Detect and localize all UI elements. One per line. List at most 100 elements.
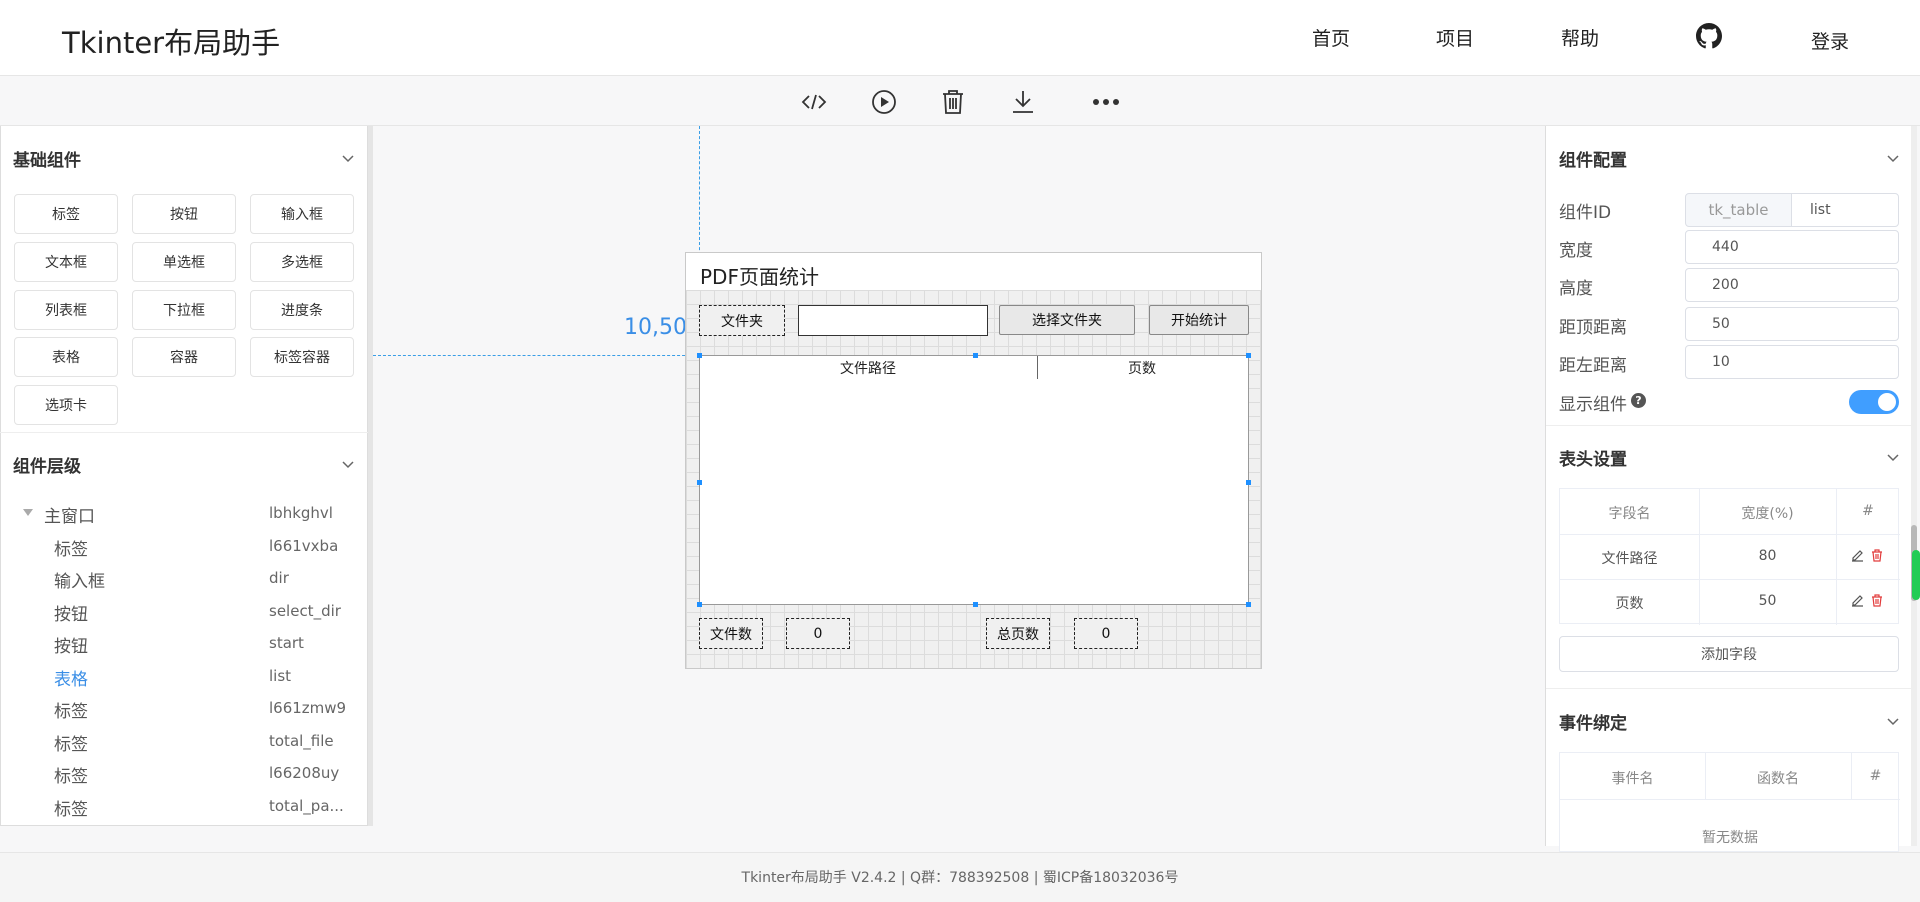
- table-header-cell: 宽度(%): [1741, 506, 1794, 522]
- resize-handle[interactable]: [1246, 480, 1251, 485]
- hierarchy-title: 组件层级: [13, 457, 81, 477]
- config-top-label: 距顶距离: [1559, 318, 1627, 338]
- tk-select-dir-button[interactable]: 选择文件夹: [999, 305, 1135, 335]
- guide-line-horizontal: [373, 355, 700, 356]
- component-combobox[interactable]: 下拉框: [132, 290, 236, 330]
- tk-dir-entry[interactable]: [798, 305, 988, 336]
- tree-item-name[interactable]: 按钮: [54, 632, 88, 657]
- event-binding-title: 事件绑定: [1559, 714, 1627, 734]
- config-show-label: 显示组件: [1559, 395, 1627, 415]
- component-notebook[interactable]: 选项卡: [14, 385, 118, 425]
- table-header-cell: 字段名: [1608, 506, 1651, 522]
- tk-file-count-value[interactable]: 0: [786, 618, 850, 649]
- tk-table-header: 文件路径: [840, 361, 896, 377]
- tree-item-id: select_dir: [269, 602, 341, 620]
- tk-table[interactable]: 文件路径 页数: [699, 355, 1249, 605]
- component-table[interactable]: 表格: [14, 337, 118, 377]
- config-height-input[interactable]: 200: [1685, 268, 1899, 302]
- github-icon[interactable]: [1696, 23, 1722, 49]
- help-icon[interactable]: ?: [1631, 393, 1646, 408]
- tree-item-name[interactable]: 标签: [54, 762, 88, 787]
- tk-window-title: PDF页面统计: [700, 265, 819, 289]
- config-id-label: 组件ID: [1559, 203, 1612, 223]
- component-listbox[interactable]: 列表框: [14, 290, 118, 330]
- tk-start-button[interactable]: 开始统计: [1149, 305, 1249, 335]
- header-fields-table: 字段名 宽度(%) # 文件路径 80 页数 50: [1559, 488, 1900, 625]
- config-top-input[interactable]: 50: [1685, 307, 1899, 341]
- tree-item-name[interactable]: 标签: [54, 730, 88, 755]
- table-cell: 50: [1758, 593, 1777, 609]
- resize-handle[interactable]: [697, 480, 702, 485]
- footer: Tkinter布局助手 V2.4.2 | Q群：788392508 | 蜀ICP…: [0, 852, 1920, 902]
- component-text[interactable]: 文本框: [14, 242, 118, 282]
- config-id-input[interactable]: list: [1791, 193, 1899, 227]
- right-scrollbar[interactable]: [1911, 126, 1917, 846]
- tree-item-name-selected[interactable]: 表格: [54, 665, 88, 690]
- resize-handle[interactable]: [697, 353, 702, 358]
- table-divider: [1560, 579, 1900, 580]
- tree-item-id: l661zmw9: [269, 699, 347, 717]
- right-divider: [1546, 688, 1911, 689]
- scroll-indicator: [1912, 550, 1920, 600]
- tk-total-pages-value[interactable]: 0: [1074, 618, 1138, 649]
- app-logo[interactable]: Tkinter布局助手: [62, 20, 280, 62]
- event-table: 事件名 函数名 # 暂无数据: [1559, 752, 1900, 852]
- right-divider: [1546, 425, 1911, 426]
- config-left-label: 距左距离: [1559, 356, 1627, 376]
- show-component-toggle[interactable]: [1849, 390, 1899, 414]
- resize-handle[interactable]: [973, 353, 978, 358]
- nav-projects[interactable]: 项目: [1436, 24, 1474, 51]
- download-icon[interactable]: [1009, 88, 1037, 116]
- delete-icon[interactable]: [1871, 549, 1883, 562]
- resize-handle[interactable]: [1246, 602, 1251, 607]
- play-icon[interactable]: [870, 88, 898, 116]
- component-frame[interactable]: 容器: [132, 337, 236, 377]
- code-icon[interactable]: [800, 88, 828, 116]
- tree-item-id: total_pa...: [269, 797, 344, 815]
- add-field-button[interactable]: 添加字段: [1559, 636, 1899, 672]
- delete-icon[interactable]: [1871, 594, 1883, 607]
- toggle-knob: [1878, 393, 1896, 411]
- component-label[interactable]: 标签: [14, 194, 118, 234]
- config-width-input[interactable]: 440: [1685, 230, 1899, 264]
- nav-home[interactable]: 首页: [1312, 24, 1350, 51]
- tree-item-name[interactable]: 标签: [54, 697, 88, 722]
- config-left-input[interactable]: 10: [1685, 345, 1899, 379]
- tk-file-count-label[interactable]: 文件数: [699, 618, 763, 649]
- chevron-down-icon[interactable]: [1887, 152, 1899, 164]
- login-link[interactable]: 登录: [1811, 27, 1849, 54]
- component-progressbar[interactable]: 进度条: [250, 290, 354, 330]
- toolbar: [0, 76, 1920, 126]
- tree-item-id: dir: [269, 569, 289, 587]
- basic-components-title: 基础组件: [13, 151, 81, 171]
- component-radio[interactable]: 单选框: [132, 242, 236, 282]
- edit-icon[interactable]: [1851, 594, 1864, 607]
- resize-handle[interactable]: [1246, 353, 1251, 358]
- component-entry[interactable]: 输入框: [250, 194, 354, 234]
- component-checkbox[interactable]: 多选框: [250, 242, 354, 282]
- tree-item-name[interactable]: 主窗口: [44, 502, 95, 527]
- resize-handle[interactable]: [697, 602, 702, 607]
- more-icon[interactable]: [1092, 88, 1120, 116]
- tree-item-name[interactable]: 按钮: [54, 600, 88, 625]
- table-cell: 页数: [1615, 596, 1644, 612]
- resize-handle[interactable]: [973, 602, 978, 607]
- table-divider: [1560, 534, 1900, 535]
- component-button[interactable]: 按钮: [132, 194, 236, 234]
- caret-down-icon[interactable]: [23, 509, 33, 517]
- edit-icon[interactable]: [1851, 549, 1864, 562]
- table-header-cell: #: [1862, 503, 1874, 519]
- chevron-down-icon[interactable]: [342, 152, 354, 164]
- tree-item-name[interactable]: 标签: [54, 795, 88, 820]
- tree-item-name[interactable]: 标签: [54, 535, 88, 560]
- tk-total-pages-label[interactable]: 总页数: [986, 618, 1050, 649]
- trash-icon[interactable]: [939, 88, 967, 116]
- tree-item-name[interactable]: 输入框: [54, 567, 105, 592]
- component-labelframe[interactable]: 标签容器: [250, 337, 354, 377]
- chevron-down-icon[interactable]: [342, 458, 354, 470]
- chevron-down-icon[interactable]: [1887, 451, 1899, 463]
- tk-folder-label[interactable]: 文件夹: [699, 305, 785, 336]
- chevron-down-icon[interactable]: [1887, 715, 1899, 727]
- config-height-label: 高度: [1559, 279, 1593, 299]
- nav-help[interactable]: 帮助: [1561, 24, 1599, 51]
